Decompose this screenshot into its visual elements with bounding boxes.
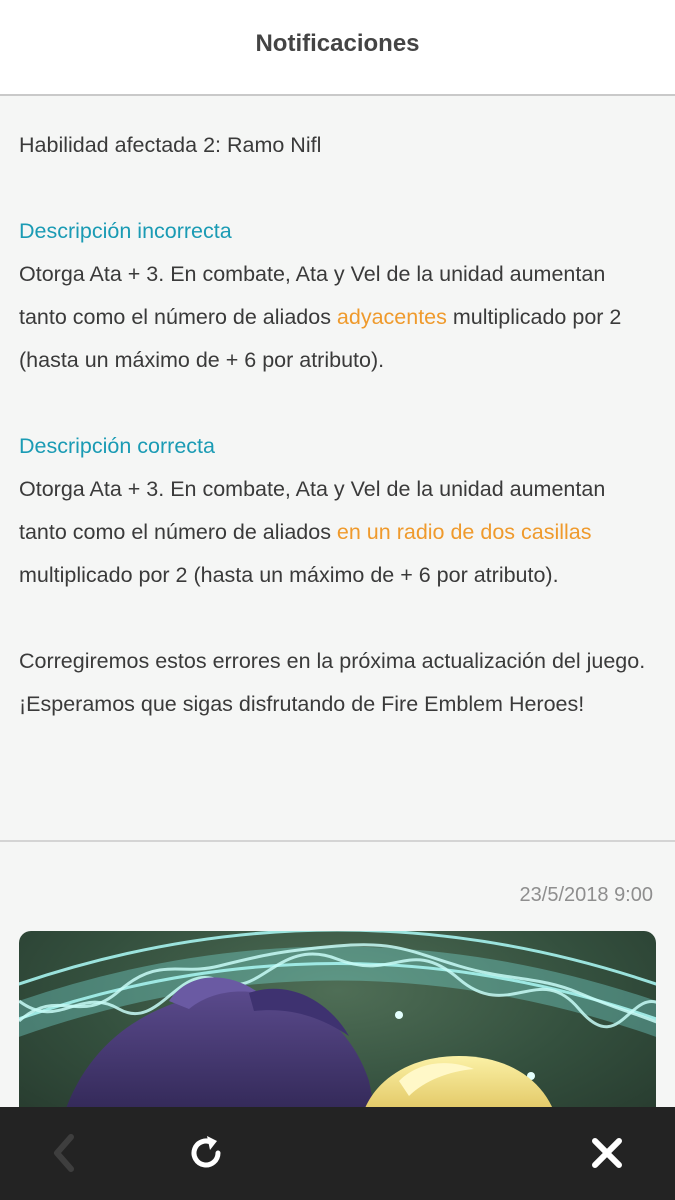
notification-banner-image[interactable] xyxy=(19,931,656,1131)
chevron-left-icon xyxy=(54,1134,74,1172)
notification-timestamp: 23/5/2018 9:00 xyxy=(519,884,653,906)
correct-text-after: multiplicado por 2 (hasta un máximo de +… xyxy=(19,563,559,587)
back-button[interactable] xyxy=(36,1125,92,1181)
refresh-button[interactable] xyxy=(178,1125,234,1181)
close-button[interactable] xyxy=(579,1125,635,1181)
correct-highlight: en un radio de dos casillas xyxy=(336,520,592,544)
bottom-toolbar xyxy=(0,1107,675,1200)
close-icon xyxy=(592,1138,622,1168)
refresh-icon xyxy=(191,1136,221,1168)
closing-text-2: ¡Esperamos que sigas disfrutando de Fire… xyxy=(19,692,585,716)
affected-skill-text: Habilidad afectada 2: Ramo Nifl xyxy=(19,133,322,157)
correct-description-text: Otorga Ata + 3. En combate, Ata y Vel de… xyxy=(19,468,659,597)
notification-body: Habilidad afectada 2: Ramo Nifl Descripc… xyxy=(19,124,659,726)
closing-text-1: Corregiremos estos errores en la próxima… xyxy=(19,649,646,673)
incorrect-description-text: Otorga Ata + 3. En combate, Ata y Vel de… xyxy=(19,253,659,382)
correct-description-heading: Descripción correcta xyxy=(19,434,215,458)
banner-artwork xyxy=(19,931,656,1131)
page-title: Notificaciones xyxy=(255,30,420,57)
header-bar: Notificaciones xyxy=(0,0,675,96)
incorrect-highlight: adyacentes xyxy=(336,305,447,329)
incorrect-description-heading: Descripción incorrecta xyxy=(19,219,232,243)
notification-divider xyxy=(0,840,675,842)
